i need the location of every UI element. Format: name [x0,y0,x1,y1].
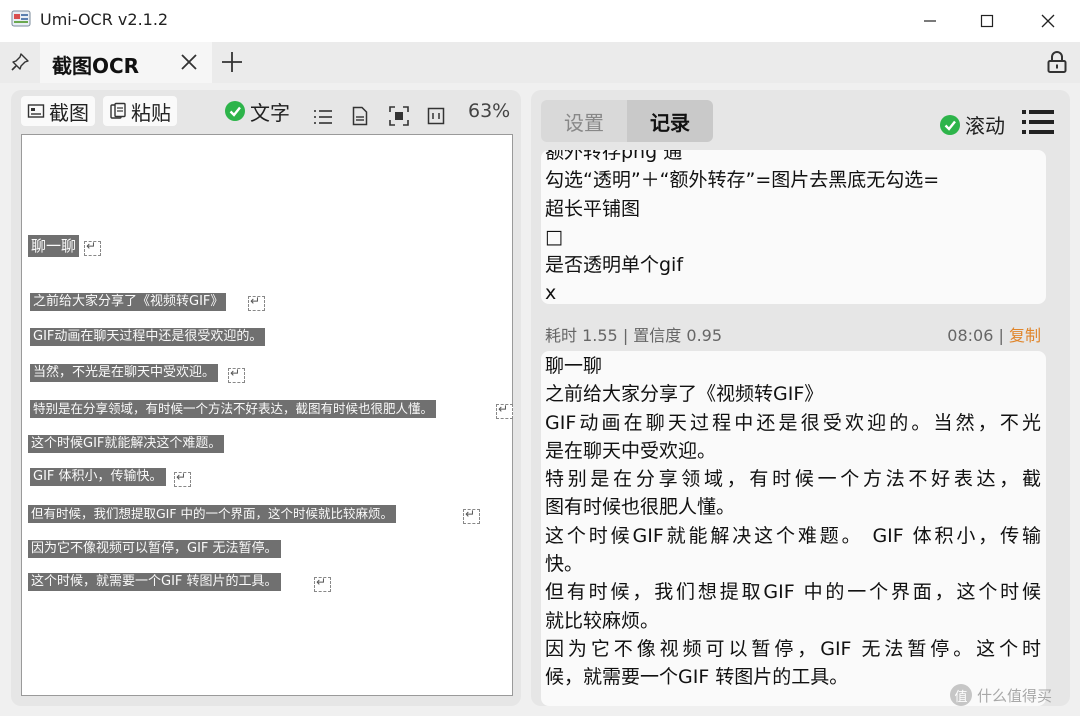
record-line: 是在聊天中受欢迎。 [545,439,717,462]
ocr-text-box: 之前给大家分享了《视频转GIF》 [30,293,227,311]
pin-icon[interactable] [10,52,30,72]
record-line: 图有时候也很肥人懂。 [545,496,736,519]
menu-icon[interactable] [1022,108,1054,136]
fit-screen-icon[interactable] [389,101,409,131]
line-break-icon [463,507,480,524]
close-window-button[interactable] [1018,0,1078,42]
window-title: Umi-OCR v2.1.2 [40,10,169,29]
add-tab-icon[interactable] [221,51,243,73]
ocr-text-box: 当然，不光是在聊天中受欢迎。 [30,364,219,382]
original-size-icon[interactable] [427,101,445,131]
line-break-icon [248,294,265,311]
record-line: 勾选“透明”＋“额外转存”=图片去黑底无勾选= [545,169,940,192]
ocr-text-box: GIF动画在聊天过程中还是很受欢迎的。 [30,328,266,346]
record-meta: 耗时 1.55 | 置信度 0.95 08:06 | 复制 [545,322,1041,346]
elapsed-time: 耗时 1.55 [545,326,618,345]
screenshot-label: 截图 [49,100,89,125]
title-bar: Umi-OCR v2.1.2 [0,0,1080,42]
screenshot-panel: 截图 粘贴 文字 63% 聊一聊 之前给大家分享了《视频转GIF》 [11,90,521,706]
record-line: 特别是在分享领域，有时候一个方法不好表达，截 [545,468,1041,491]
record-time: 08:06 [947,326,994,345]
text-toggle-label: 文字 [250,100,290,125]
record-line: 就比较麻烦。 [545,609,660,632]
history-record-current[interactable]: 聊一聊 之前给大家分享了《视频转GIF》 GIF动画在聊天过程中还是很受欢迎的。… [541,351,1046,706]
minimize-button[interactable] [900,0,960,42]
ocr-text-box: 这个时候，就需要一个GIF 转图片的工具。 [28,573,281,591]
line-break-icon [228,366,245,383]
watermark-logo-icon: 值 [950,684,972,706]
line-break-icon [84,239,101,256]
zoom-level: 63% [468,100,511,122]
record-line: 超长平铺图 [545,197,641,220]
minimize-icon [924,20,936,22]
line-break-icon [314,575,331,592]
check-icon [940,114,960,135]
ocr-text-box: 聊一聊 [28,235,80,257]
tab-screenshot-ocr[interactable]: 截图OCR [40,42,212,83]
tab-bar: 截图OCR [0,42,1080,83]
list-icon[interactable] [313,102,333,132]
record-line: 是否透明单个gif [545,254,684,277]
screenshot-icon [27,104,45,118]
record-line: 这个时候GIF就能解决这个难题。 GIF 体积小，传输 [545,524,1041,547]
close-icon [1041,14,1055,28]
watermark-text: 什么值得买 [977,686,1053,705]
ocr-text-box: 因为它不像视频可以暂停，GIF 无法暂停。 [28,540,281,558]
maximize-icon [980,14,994,28]
document-icon[interactable] [352,101,368,131]
ocr-text-box: 这个时候GIF就能解决这个难题。 [28,435,225,453]
record-line: 但有时候，我们想提取GIF 中的一个界面，这个时候 [545,581,1041,604]
paste-icon [110,102,126,119]
ocr-image-canvas[interactable]: 聊一聊 之前给大家分享了《视频转GIF》 GIF动画在聊天过程中还是很受欢迎的。… [21,134,513,696]
record-line: GIF动画在聊天过程中还是很受欢迎的。当然，不光 [545,411,1041,434]
app-logo-icon [11,10,31,27]
record-line: 之前给大家分享了《视频转GIF》 [545,383,824,406]
confidence: 置信度 0.95 [633,326,723,345]
meta-separator: | [622,326,629,345]
result-panel: 设置 记录 滚动 额外转存png 通 勾选“透明”＋“额外转存”=图片去黑底无勾… [531,90,1070,706]
maximize-button[interactable] [957,0,1017,42]
record-text: 额外转存png 通 勾选“透明”＋“额外转存”=图片去黑底无勾选= 超长平铺图 … [545,150,939,304]
ocr-text-box: 特别是在分享领域，有时候一个方法不好表达，截图有时候也很肥人懂。 [30,400,437,418]
scroll-toggle-label: 滚动 [965,114,1005,138]
record-line: 额外转存png 通 [545,150,683,163]
paste-label: 粘贴 [131,100,171,125]
record-line: 因为它不像视频可以暂停，GIF 无法暂停。这个时 [545,637,1041,660]
record-line: 快。 [545,553,584,576]
copy-button[interactable]: 复制 [1009,326,1041,345]
check-icon [225,101,245,121]
record-line: 聊一聊 [545,355,603,377]
record-line: x [545,282,557,304]
tab-history[interactable]: 记录 [627,100,713,142]
ocr-text-box: 但有时候，我们想提取GIF 中的一个界面，这个时候就比较麻烦。 [28,505,397,523]
line-break-icon [174,470,191,487]
tab-settings[interactable]: 设置 [541,100,627,142]
history-record-previous[interactable]: 额外转存png 通 勾选“透明”＋“额外转存”=图片去黑底无勾选= 超长平铺图 … [541,150,1046,304]
tab-close-icon[interactable] [180,53,198,71]
scroll-toggle[interactable]: 滚动 [940,110,1005,139]
watermark: 值 什么值得买 [950,684,1052,706]
meta-separator: | [998,326,1004,345]
screenshot-button[interactable]: 截图 [21,96,95,126]
line-break-icon [496,402,513,419]
text-toggle[interactable]: 文字 [225,96,290,126]
lock-icon[interactable] [1046,50,1068,74]
tab-label: 截图OCR [52,54,140,78]
paste-button[interactable]: 粘贴 [103,96,177,126]
record-text: 聊一聊 之前给大家分享了《视频转GIF》 GIF动画在聊天过程中还是很受欢迎的。… [545,352,1041,692]
record-line: □ [545,225,563,248]
ocr-text-box: GIF 体积小，传输快。 [30,468,166,486]
